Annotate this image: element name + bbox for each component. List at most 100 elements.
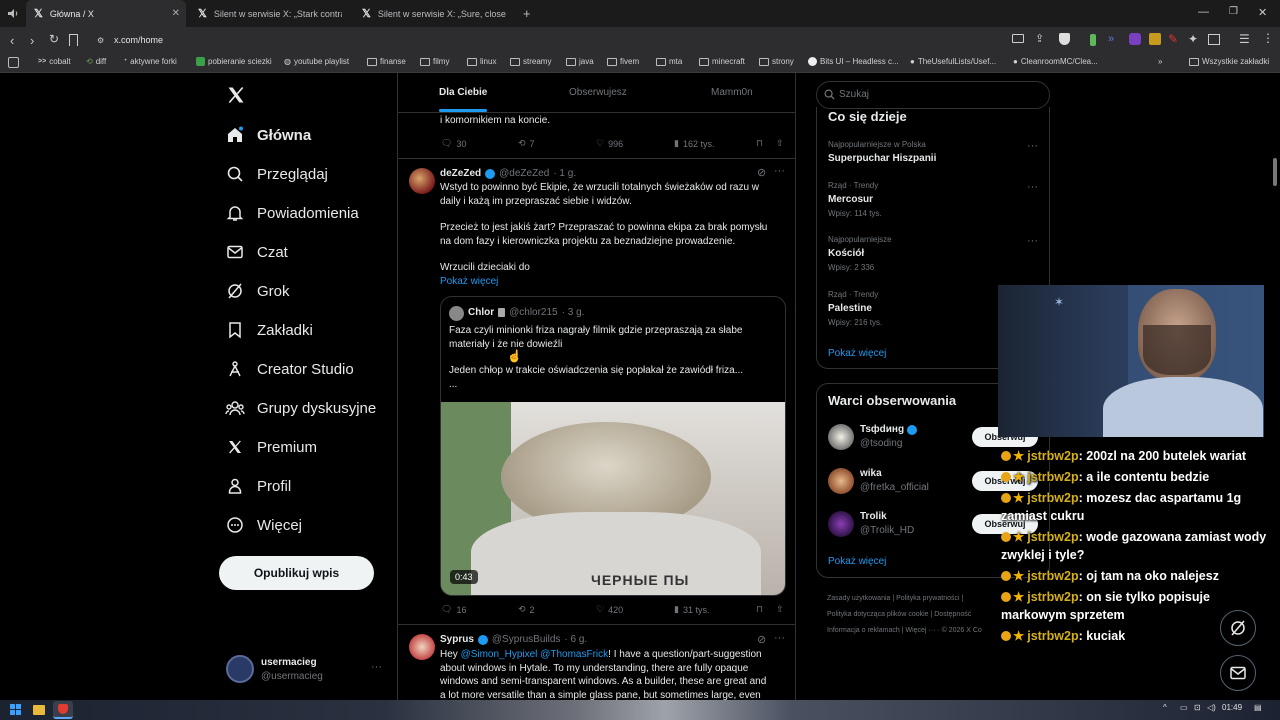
bookmarks-overflow-icon[interactable]: »	[1158, 57, 1162, 66]
extension-yellow-icon[interactable]	[1149, 33, 1161, 45]
new-tab-icon[interactable]: +	[523, 6, 531, 21]
x-logo-icon[interactable]	[226, 85, 246, 105]
trend-item[interactable]: Mercosur	[828, 194, 873, 205]
bookmark-button[interactable]: ⊓	[756, 138, 776, 149]
restore-icon[interactable]: ❐	[1229, 6, 1238, 17]
bookmark-item[interactable]: ● TheUsefulLists/Usef...	[910, 57, 996, 66]
bookmark-folder[interactable]: minecraft	[699, 57, 745, 66]
minimize-icon[interactable]: —	[1198, 6, 1209, 18]
sidebar-item-communities[interactable]: Grupy dyskusyjne	[225, 394, 376, 422]
tab-following[interactable]: Obserwujesz	[569, 87, 627, 98]
bookmark-button[interactable]: ⊓	[756, 604, 776, 615]
sidebar-item-premium[interactable]: Premium	[225, 433, 317, 461]
views-button[interactable]: ▮ 31 tys.	[674, 604, 756, 615]
bookmark-item[interactable]: ◍ youtube playlist	[284, 57, 349, 66]
trend-item[interactable]: Superpuchar Hiszpanii	[828, 153, 936, 164]
tweet-more-icon[interactable]: ···	[774, 165, 785, 177]
repost-button[interactable]: ⟲ 7	[518, 138, 596, 149]
close-window-icon[interactable]: ✕	[1258, 6, 1267, 19]
avatar[interactable]	[828, 468, 854, 494]
tab-silent-1[interactable]: 𝕏 Silent w serwisie X: „Stark contrast w…	[190, 0, 350, 27]
extension-blue-icon[interactable]: »	[1108, 33, 1114, 45]
messages-fab-button[interactable]	[1220, 655, 1256, 691]
scrollbar-thumb[interactable]	[1273, 158, 1277, 186]
reply-button[interactable]: 🗨 16	[441, 604, 518, 615]
footer-links[interactable]: Informacja o reklamach | Więcej ··· · © …	[827, 627, 982, 634]
extension-green-icon[interactable]	[1090, 34, 1096, 46]
footer-links[interactable]: Zasady użytkowania | Polityka prywatnośc…	[827, 595, 963, 602]
grok-icon[interactable]: ⊘	[757, 633, 766, 646]
clock[interactable]: 01:49	[1222, 703, 1242, 712]
file-explorer-icon[interactable]	[33, 705, 45, 715]
apps-grid-icon[interactable]	[8, 57, 19, 68]
tweet-handle[interactable]: @SyprusBuilds	[492, 634, 561, 645]
avatar[interactable]	[828, 424, 854, 450]
show-more-link[interactable]: Pokaż więcej	[440, 275, 785, 289]
sidebar-item-profile[interactable]: Profil	[225, 472, 291, 500]
sidebar-item-home[interactable]: Główna	[225, 121, 311, 149]
account-more-icon[interactable]: ···	[371, 661, 382, 673]
trend-item[interactable]: Palestine	[828, 303, 872, 314]
shield-icon[interactable]	[1059, 33, 1070, 45]
extension-red-icon[interactable]: ✎	[1168, 32, 1178, 46]
tab-for-you[interactable]: Dla Ciebie	[439, 87, 488, 112]
extension-purple-icon[interactable]	[1129, 33, 1141, 45]
avatar[interactable]	[409, 168, 435, 194]
share-icon[interactable]: ⇪	[1035, 32, 1044, 45]
bookmark-item[interactable]: ⟲ diff	[86, 57, 106, 66]
bookmark-folder[interactable]: finanse	[367, 57, 406, 66]
trend-more-icon[interactable]: ···	[1027, 235, 1038, 247]
tweet-time[interactable]: · 6 g.	[564, 634, 587, 645]
notification-icon[interactable]: ▤	[1254, 703, 1262, 712]
bookmark-item[interactable]: ᐩ aktywne forki	[124, 57, 177, 66]
share-button[interactable]: ⇧	[776, 604, 784, 615]
like-button[interactable]: ♡ 996	[596, 138, 674, 149]
share-button[interactable]: ⇧	[776, 138, 784, 149]
close-tab-icon[interactable]: ✕	[172, 8, 180, 19]
sidebar-item-bookmarks[interactable]: Zakładki	[225, 316, 313, 344]
bookmark-folder-all[interactable]: Wszystkie zakładki	[1189, 57, 1269, 66]
bookmark-item[interactable]: ● CleanroomMC/Clea...	[1013, 57, 1098, 66]
bookmark-item[interactable]: Bits UI – Headless c...	[808, 57, 899, 66]
follow-suggestion-name[interactable]: Trolik	[860, 511, 887, 522]
bookmark-folder[interactable]: java	[566, 57, 594, 66]
sidebar-item-more[interactable]: Więcej	[225, 511, 302, 539]
taskbar-browser-button[interactable]	[53, 701, 73, 719]
sidebar-toggle-icon[interactable]	[1208, 34, 1220, 45]
tweet-more-icon[interactable]: ···	[774, 632, 785, 644]
grok-fab-button[interactable]	[1220, 610, 1256, 646]
network-icon[interactable]: ▭	[1180, 703, 1188, 712]
sidebar-item-creator-studio[interactable]: Creator Studio	[225, 355, 354, 383]
footer-links[interactable]: Polityka dotycząca plików cookie | Dostę…	[827, 611, 971, 618]
views-button[interactable]: ▮ 162 tys.	[674, 138, 756, 149]
tab-glowna[interactable]: 𝕏 Główna / X ✕	[26, 0, 186, 27]
show-more-link[interactable]: Pokaż więcej	[828, 348, 886, 359]
video-player[interactable]: ЧЕРНЫЕ ПЫ 0:43	[441, 402, 785, 595]
tab-mamm0n[interactable]: Mamm0n	[711, 87, 753, 98]
menu-dots-icon[interactable]: ⋮	[1262, 31, 1274, 45]
settings-sliders-icon[interactable]: ☰	[1239, 32, 1250, 46]
like-button[interactable]: ♡ 420	[596, 604, 674, 615]
repost-button[interactable]: ⟲ 2	[518, 604, 596, 615]
sidebar-item-notifications[interactable]: Powiadomienia	[225, 199, 359, 227]
tweet-handle[interactable]: @deZeZed	[499, 168, 549, 179]
tweet-author[interactable]: deZeZed	[440, 168, 481, 179]
mention-link[interactable]: @Simon_Hypixel	[461, 649, 538, 660]
follow-suggestion-name[interactable]: Tsфdинg	[860, 424, 918, 435]
speaker-icon[interactable]	[7, 8, 19, 19]
ethernet-icon[interactable]: ⊡	[1194, 703, 1201, 712]
bookmark-item[interactable]: >> cobalt	[38, 57, 71, 66]
tab-silent-2[interactable]: 𝕏 Silent w serwisie X: „Sure, close my P	[354, 0, 514, 27]
bookmark-item[interactable]: pobieranie sciezki	[196, 57, 272, 66]
bookmark-folder[interactable]: linux	[467, 57, 496, 66]
tray-chevron-icon[interactable]: ^	[1163, 703, 1167, 712]
mention-link[interactable]: @ThomasFrick	[540, 649, 608, 660]
trend-item[interactable]: Kościół	[828, 248, 864, 259]
bookmark-folder[interactable]: filmy	[420, 57, 449, 66]
extensions-puzzle-icon[interactable]: ✦	[1188, 32, 1198, 46]
show-more-link[interactable]: Pokaż więcej	[828, 556, 886, 567]
trend-more-icon[interactable]: ···	[1027, 140, 1038, 152]
forward-icon[interactable]: ›	[30, 33, 34, 48]
avatar[interactable]	[409, 634, 435, 660]
address-field[interactable]: ⚙ x.com/home	[92, 30, 992, 51]
